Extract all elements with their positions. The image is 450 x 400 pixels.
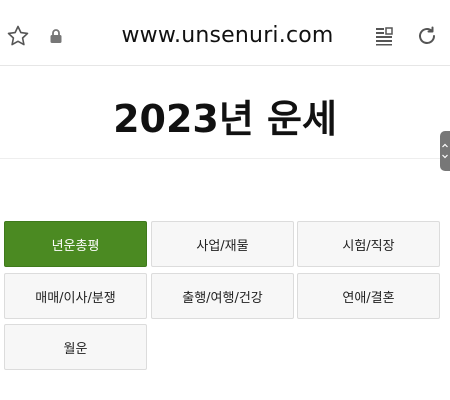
page-title: 2023년 운세 — [113, 97, 337, 141]
browser-toolbar: www.unsenuri.com — [0, 8, 450, 66]
chevron-up-down-icon — [442, 143, 448, 159]
lock-icon — [42, 22, 70, 50]
reload-icon[interactable] — [413, 22, 441, 50]
menu-button-travel-health[interactable]: 출행/여행/건강 — [151, 273, 294, 319]
url-bar[interactable]: www.unsenuri.com — [100, 23, 355, 48]
reader-mode-icon[interactable] — [370, 22, 398, 50]
menu-button-yearly-overview[interactable]: 년운총평 — [4, 221, 147, 267]
status-bar — [0, 0, 450, 8]
menu-button-business-wealth[interactable]: 사업/재물 — [151, 221, 294, 267]
title-divider — [0, 158, 450, 159]
scroll-handle[interactable] — [440, 131, 450, 171]
menu-button-trade-move-dispute[interactable]: 매매/이사/분쟁 — [4, 273, 147, 319]
menu-button-monthly-fortune[interactable]: 월운 — [4, 324, 147, 370]
menu-button-love-marriage[interactable]: 연애/결혼 — [297, 273, 440, 319]
menu-button-exam-work[interactable]: 시험/직장 — [297, 221, 440, 267]
star-icon[interactable] — [4, 22, 32, 50]
